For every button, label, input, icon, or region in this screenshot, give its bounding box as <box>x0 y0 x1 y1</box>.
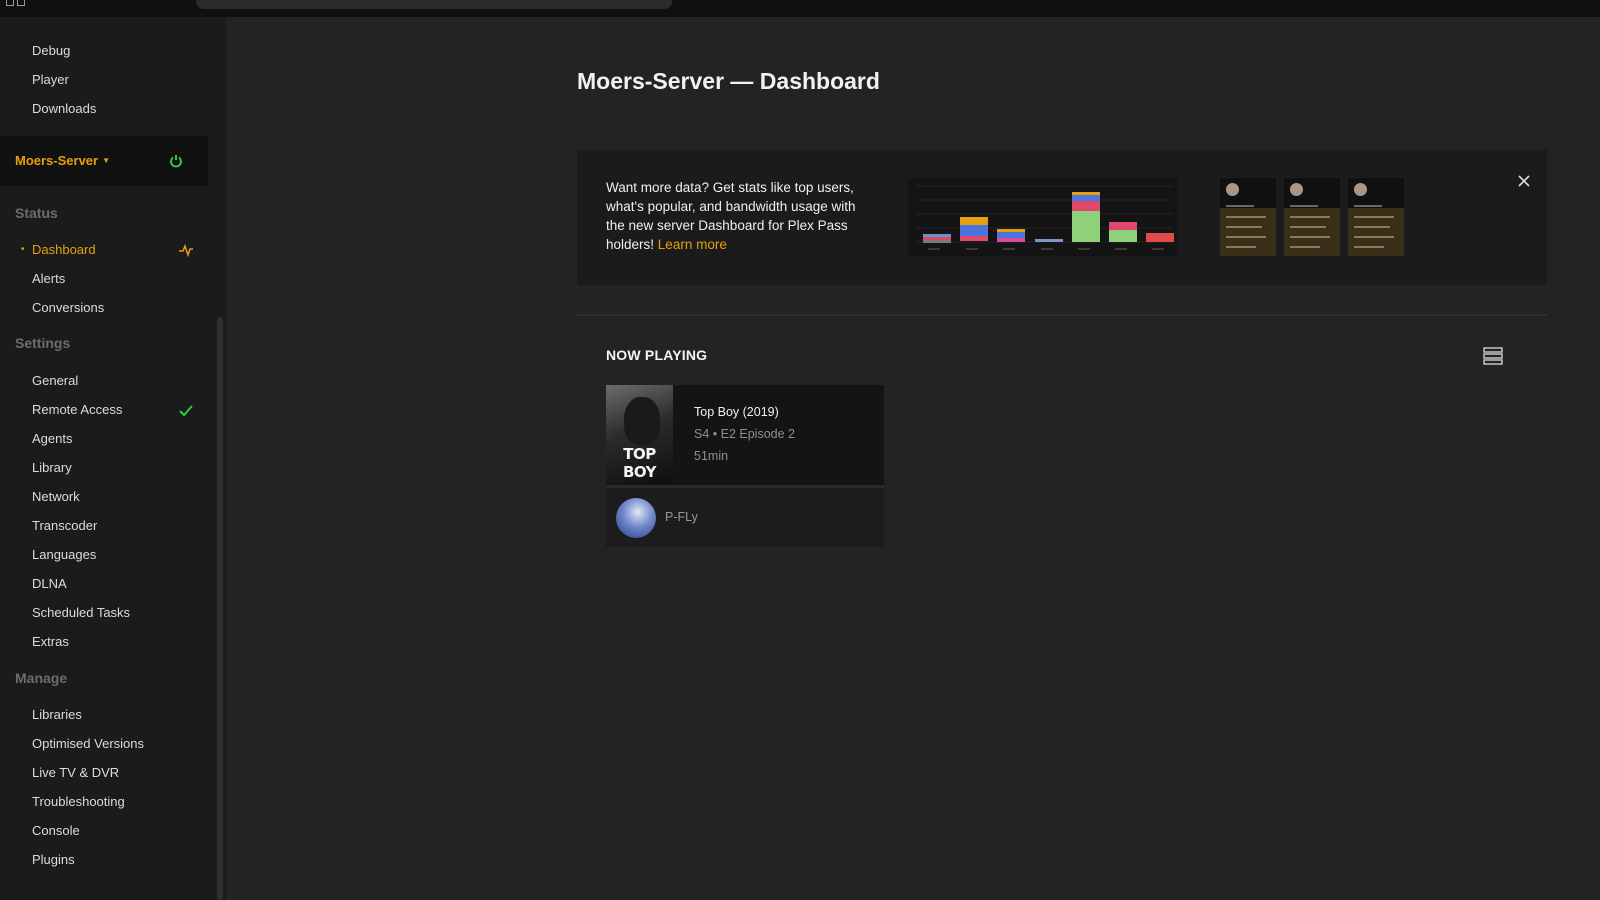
sidebar-scrollbar[interactable] <box>217 317 223 900</box>
sidebar-item-alerts[interactable]: Alerts <box>32 269 202 289</box>
promo-user-card-preview <box>1220 178 1276 256</box>
search-input[interactable] <box>196 0 672 9</box>
now-playing-heading: NOW PLAYING <box>606 347 708 363</box>
sidebar-item-label: Network <box>32 489 80 504</box>
sidebar-item-network[interactable]: Network <box>32 487 202 507</box>
close-icon[interactable] <box>1517 174 1531 188</box>
grid-icon-part <box>17 0 25 6</box>
sidebar-item-label: Debug <box>32 43 71 58</box>
section-heading-settings: Settings <box>15 335 71 351</box>
activity-icon <box>179 243 193 257</box>
sidebar-item-label: Remote Access <box>32 402 123 417</box>
sidebar-item-debug[interactable]: Debug <box>32 41 202 61</box>
sidebar-item-general[interactable]: General <box>32 371 202 391</box>
promo-text-block: Want more data? Get stats like top users… <box>606 178 874 254</box>
sidebar-item-scheduled-tasks[interactable]: Scheduled Tasks <box>32 603 202 623</box>
promo-chart-preview <box>908 178 1178 256</box>
plex-pass-promo-banner: Want more data? Get stats like top users… <box>577 150 1547 285</box>
sidebar-item-label: Libraries <box>32 707 82 722</box>
sidebar-item-label: Languages <box>32 547 97 562</box>
now-playing-card[interactable]: TOP BOY Top Boy (2019) S4 • E2 Episode 2… <box>606 385 884 547</box>
section-heading-status: Status <box>15 205 58 221</box>
poster-title-text: TOP BOY <box>622 445 657 481</box>
sidebar-item-transcoder[interactable]: Transcoder <box>32 516 202 536</box>
promo-user-card-preview <box>1348 178 1404 256</box>
user-name: P-FLy <box>665 510 698 524</box>
sidebar-item-downloads[interactable]: Downloads <box>32 99 202 119</box>
episode-duration: 51min <box>694 449 729 463</box>
sidebar-item-label: Player <box>32 72 69 87</box>
sidebar-item-live-tv-dvr[interactable]: Live TV & DVR <box>32 763 202 783</box>
sidebar-item-label: Optimised Versions <box>32 736 144 751</box>
sidebar-item-label: Extras <box>32 634 69 649</box>
sidebar-item-conversions[interactable]: Conversions <box>32 298 202 318</box>
sidebar-item-optimised-versions[interactable]: Optimised Versions <box>32 734 202 754</box>
sidebar-item-console[interactable]: Console <box>32 821 202 841</box>
sidebar-item-label: Transcoder <box>32 518 98 533</box>
sidebar-item-extras[interactable]: Extras <box>32 632 202 652</box>
active-bullet-icon: • <box>21 244 25 255</box>
server-selector-row: Moers-Server ▼ <box>0 136 208 186</box>
sidebar-item-label: General <box>32 373 79 388</box>
sidebar-item-plugins[interactable]: Plugins <box>32 850 202 870</box>
episode-show-title: Top Boy (2019) <box>694 405 779 419</box>
sidebar-item-remote-access[interactable]: Remote Access <box>32 400 202 420</box>
promo-text: Want more data? Get stats like top users… <box>606 180 856 252</box>
sidebar-item-label: Live TV & DVR <box>32 765 120 780</box>
sidebar-item-label: Scheduled Tasks <box>32 605 131 620</box>
page-title: Moers-Server — Dashboard <box>577 68 880 94</box>
top-bar <box>0 0 1600 17</box>
grid-icon[interactable] <box>6 0 14 6</box>
server-selector[interactable]: Moers-Server ▼ <box>15 153 110 168</box>
sidebar-item-label: Agents <box>32 431 73 446</box>
episode-subtitle: S4 • E2 Episode 2 <box>694 427 795 441</box>
sidebar-item-label: Alerts <box>32 271 66 286</box>
section-divider <box>577 314 1547 316</box>
sidebar-item-label: Downloads <box>32 101 97 116</box>
list-view-icon[interactable] <box>1483 347 1503 365</box>
sidebar: Debug Player Downloads Moers-Server ▼ Sta… <box>0 17 226 900</box>
poster-figure <box>624 397 660 445</box>
sidebar-item-troubleshooting[interactable]: Troubleshooting <box>32 792 202 812</box>
sidebar-item-player[interactable]: Player <box>32 70 202 90</box>
sidebar-item-library[interactable]: Library <box>32 458 202 478</box>
avatar <box>616 498 656 538</box>
caret-down-icon: ▼ <box>102 156 111 165</box>
sidebar-item-label: Dashboard <box>32 242 96 257</box>
section-heading-manage: Manage <box>15 670 68 686</box>
sidebar-item-languages[interactable]: Languages <box>32 545 202 565</box>
power-icon <box>170 155 182 168</box>
sidebar-item-label: Plugins <box>32 852 75 867</box>
check-icon <box>179 405 193 417</box>
sidebar-item-libraries[interactable]: Libraries <box>32 705 202 725</box>
sidebar-item-dashboard[interactable]: • Dashboard <box>21 240 202 260</box>
learn-more-link[interactable]: Learn more <box>658 237 727 252</box>
sidebar-item-label: Troubleshooting <box>32 794 125 809</box>
sidebar-item-agents[interactable]: Agents <box>32 429 202 449</box>
server-name: Moers-Server <box>15 153 99 168</box>
sidebar-item-dlna[interactable]: DLNA <box>32 574 202 594</box>
promo-user-card-preview <box>1284 178 1340 256</box>
sidebar-item-label: Console <box>32 823 80 838</box>
sidebar-item-label: Conversions <box>32 300 105 315</box>
episode-poster: TOP BOY <box>606 385 673 485</box>
sidebar-item-label: DLNA <box>32 576 67 591</box>
now-playing-user-row: P-FLy <box>606 488 884 547</box>
sidebar-item-label: Library <box>32 460 72 475</box>
